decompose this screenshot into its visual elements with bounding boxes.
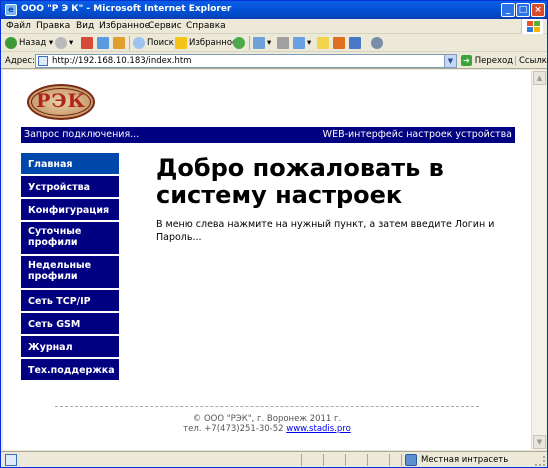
tools-button[interactable] [371,36,385,50]
ie-icon: e [5,4,17,16]
company-logo: РЭК [27,82,95,122]
logo-text: РЭК [36,90,86,112]
footer-phone: тел. +7(473)251-30-52 [183,424,284,434]
page-status-icon [5,454,17,466]
mail-button[interactable]: ▾ [253,36,271,50]
print-button[interactable] [277,36,291,50]
folder-icon [317,36,329,49]
messenger-button[interactable] [333,36,347,50]
footer-divider [55,406,479,407]
nav-item-log[interactable]: Журнал [21,336,119,359]
menu-bar: Файл Правка Вид Избранное Сервис Справка [1,19,547,34]
research-icon [349,36,361,49]
security-zone: Местная интрасеть [421,455,509,465]
history-icon [233,36,245,49]
maximize-button[interactable]: □ [516,3,530,17]
nav-item-gsm[interactable]: Сеть GSM [21,313,119,336]
address-dropdown-button[interactable]: ▼ [444,55,456,67]
menu-help[interactable]: Справка [186,21,226,31]
side-nav: Главная Устройства Конфигурация Суточные… [21,153,119,382]
scroll-up-button[interactable]: ▲ [533,71,546,85]
messenger-icon [333,36,345,49]
header-bar: Запрос подключения... WEB-интерфейс наст… [21,127,515,143]
windows-logo-icon [521,19,543,34]
back-arrow-icon [5,36,17,49]
page-content: РЭК Запрос подключения... WEB-интерфейс … [3,70,531,450]
header-title: WEB-интерфейс настроек устройства [322,129,512,140]
nav-item-configuration[interactable]: Конфигурация [21,199,119,222]
scroll-down-button[interactable]: ▼ [533,435,546,449]
tools-icon [371,36,383,49]
nav-item-devices[interactable]: Устройства [21,176,119,199]
printer-icon [277,36,289,49]
footer-copyright: © ООО "РЭК", г. Воронеж 2011 г. [192,414,342,424]
star-icon [175,36,187,49]
footer-website-link[interactable]: www.stadis.pro [286,424,351,434]
go-arrow-icon: ➔ [461,55,472,66]
research-button[interactable] [349,36,363,50]
go-button[interactable]: ➔ Переход [461,55,513,66]
minimize-button[interactable]: _ [501,3,515,17]
menu-tools[interactable]: Сервис [148,21,182,31]
menu-file[interactable]: Файл [6,21,31,31]
refresh-icon [97,36,109,49]
intro-text: В меню слева нажмите на нужный пункт, а … [156,219,495,243]
history-button[interactable] [233,36,247,50]
close-button[interactable]: × [531,3,545,17]
vertical-scrollbar[interactable]: ▲ ▼ [531,70,546,450]
page-icon [38,56,48,66]
nav-item-daily-profiles[interactable]: Суточные профили [21,222,119,256]
page-title: Добро пожаловать в систему настроек [156,154,444,209]
favorites-button[interactable]: Избранное [175,36,237,50]
menu-view[interactable]: Вид [76,21,94,31]
browser-window: e ООО "Р Э К" - Microsoft Internet Explo… [0,0,548,468]
toolbar: Назад ▾ ▾ Поиск Избранное ▾ ▾ [1,34,547,52]
menu-edit[interactable]: Правка [36,21,70,31]
nav-item-home[interactable]: Главная [21,153,119,176]
address-url[interactable]: http://192.168.10.183/index.htm [52,56,191,66]
discuss-button[interactable] [317,36,331,50]
stop-icon [81,36,93,49]
forward-arrow-icon [55,36,67,49]
resize-grip[interactable] [535,456,545,466]
links-button[interactable]: Ссылки [515,56,548,66]
status-bar: Местная интрасеть [1,451,547,467]
edit-icon [293,36,305,49]
footer-contact: тел. +7(473)251-30-52 www.stadis.pro [3,424,531,434]
title-bar[interactable]: e ООО "Р Э К" - Microsoft Internet Explo… [1,1,547,19]
address-input[interactable]: http://192.168.10.183/index.htm ▼ [35,54,457,68]
refresh-button[interactable] [97,36,111,50]
nav-item-weekly-profiles[interactable]: Недельные профили [21,256,119,290]
nav-item-tcpip[interactable]: Сеть TCP/IP [21,290,119,313]
search-button[interactable]: Поиск [133,36,174,50]
connection-status: Запрос подключения... [24,129,140,140]
home-button[interactable] [113,36,127,50]
forward-button[interactable]: ▾ [55,36,73,50]
stop-button[interactable] [81,36,95,50]
address-bar: Адрес: http://192.168.10.183/index.htm ▼… [1,53,548,69]
home-icon [113,36,125,49]
edit-button[interactable]: ▾ [293,36,311,50]
back-button[interactable]: Назад ▾ [5,36,53,50]
menu-favorites[interactable]: Избранное [99,21,150,31]
address-label: Адрес: [5,56,35,66]
search-icon [133,36,145,49]
window-title: ООО "Р Э К" - Microsoft Internet Explore… [21,4,232,14]
intranet-zone-icon [405,454,417,466]
nav-item-support[interactable]: Тех.поддержка [21,359,119,382]
mail-icon [253,36,265,49]
